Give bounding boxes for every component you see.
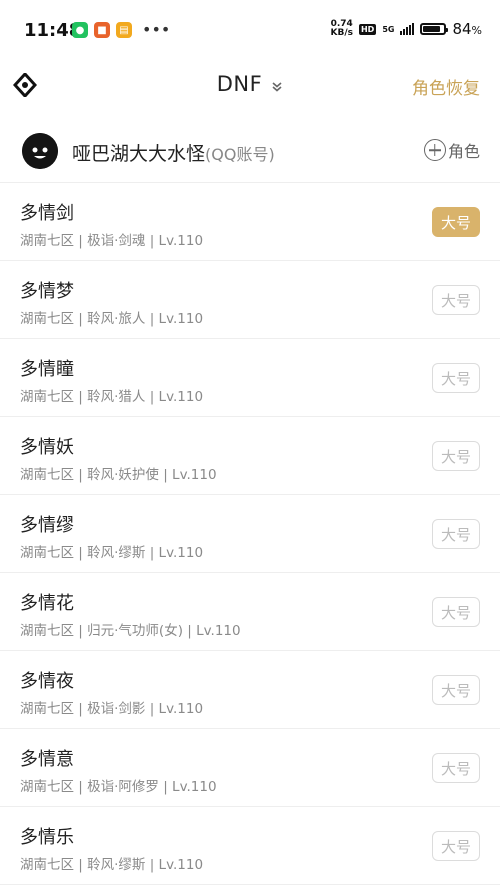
status-indicators: 0.74 KB/s HD 5G 84%: [330, 19, 482, 39]
character-name: 多情意: [20, 749, 74, 770]
character-row[interactable]: 多情剑湖南七区 | 极诣·剑魂 | Lv.110 大号: [0, 183, 500, 261]
plus-circle-icon: [423, 139, 446, 161]
account-row: 哑巴湖大大水怪(QQ账号) 角色: [0, 125, 500, 181]
character-name: 多情乐: [20, 827, 74, 848]
character-row[interactable]: 多情意湖南七区 | 极诣·阿修罗 | Lv.110 大号: [0, 729, 500, 807]
character-info: 湖南七区 | 聆风·妖护使 | Lv.110: [20, 467, 217, 483]
character-info: 湖南七区 | 极诣·阿修罗 | Lv.110: [20, 779, 217, 795]
account-type: (QQ账号): [205, 145, 275, 164]
notification-icons: ● ■ ▤ •••: [72, 22, 170, 38]
status-bar: 11:48 ● ■ ▤ ••• 0.74 KB/s HD 5G 84%: [0, 0, 500, 62]
character-name: 多情缪: [20, 515, 74, 536]
battery-percent: 84%: [452, 20, 482, 38]
page-title: DNF: [216, 72, 263, 96]
taobao-icon: ■: [94, 22, 110, 38]
character-row[interactable]: 多情梦湖南七区 | 聆风·旅人 | Lv.110 大号: [0, 261, 500, 339]
main-character-button[interactable]: 大号: [432, 675, 480, 705]
avatar[interactable]: [22, 133, 58, 169]
character-name: 多情妖: [20, 437, 74, 458]
avatar-image: [22, 133, 58, 169]
main-character-button[interactable]: 大号: [432, 441, 480, 471]
character-info: 湖南七区 | 聆风·缪斯 | Lv.110: [20, 545, 204, 561]
character-name: 多情梦: [20, 281, 74, 302]
character-list: 多情剑 湖南七区 | 极诣·剑魂 | Lv.110 大号 多情梦 湖南七区 | 聆风·旅…: [0, 183, 500, 885]
character-row[interactable]: 多情花湖南七区 | 归元·气功师(女) | Lv.110 大号: [0, 573, 500, 651]
main-character-button[interactable]: 大号: [432, 285, 480, 315]
top-nav: DNF 角色恢复: [0, 62, 500, 108]
main-character-button[interactable]: 大号: [432, 753, 480, 783]
character-info: 湖南七区 | 极诣·剑影 | Lv.110: [20, 701, 204, 717]
character-info: 湖南七区 | 聆风·缪斯 | Lv.110: [20, 857, 204, 873]
main-character-button[interactable]: 大号: [432, 519, 480, 549]
character-name: 多情花: [20, 593, 74, 614]
account-name: 哑巴湖大大水怪(QQ账号): [72, 143, 275, 165]
character-name: 多情夜: [20, 671, 74, 692]
network-speed: 0.74 KB/s: [330, 19, 353, 38]
character-row[interactable]: 多情瞳湖南七区 | 聆风·猎人 | Lv.110 大号: [0, 339, 500, 417]
notes-icon: ▤: [116, 22, 132, 38]
character-name: 多情瞳: [20, 359, 74, 380]
wechat-icon: ●: [72, 22, 88, 38]
character-info: 湖南七区 | 聆风·旅人 | Lv.110: [20, 311, 204, 327]
main-character-button[interactable]: 大号: [432, 831, 480, 861]
battery-icon: [420, 23, 449, 35]
character-row[interactable]: 多情妖湖南七区 | 聆风·妖护使 | Lv.110 大号: [0, 417, 500, 495]
character-row[interactable]: 多情夜湖南七区 | 极诣·剑影 | Lv.110 大号: [0, 651, 500, 729]
signal-icon: [400, 23, 415, 35]
character-info: 湖南七区 | 极诣·剑魂 | Lv.110: [20, 233, 204, 249]
character-name: 多情剑: [20, 203, 74, 224]
5g-icon: 5G: [382, 24, 395, 34]
main-character-button[interactable]: 大号: [432, 207, 480, 237]
add-role-label: 角色: [447, 142, 480, 161]
main-character-button[interactable]: 大号: [432, 363, 480, 393]
character-info: 湖南七区 | 聆风·猎人 | Lv.110: [20, 389, 204, 405]
character-row[interactable]: 多情缪湖南七区 | 聆风·缪斯 | Lv.110 大号: [0, 495, 500, 573]
hd-icon: HD: [358, 23, 377, 35]
chevron-down-icon: [272, 81, 282, 92]
character-info: 湖南七区 | 归元·气功师(女) | Lv.110: [20, 623, 241, 639]
add-role-button[interactable]: 角色: [423, 138, 480, 162]
more-notifications-icon: •••: [142, 20, 171, 39]
role-restore-button[interactable]: 角色恢复: [412, 74, 480, 99]
character-row[interactable]: 多情乐湖南七区 | 聆风·缪斯 | Lv.110 大号: [0, 807, 500, 885]
main-character-button[interactable]: 大号: [432, 597, 480, 627]
